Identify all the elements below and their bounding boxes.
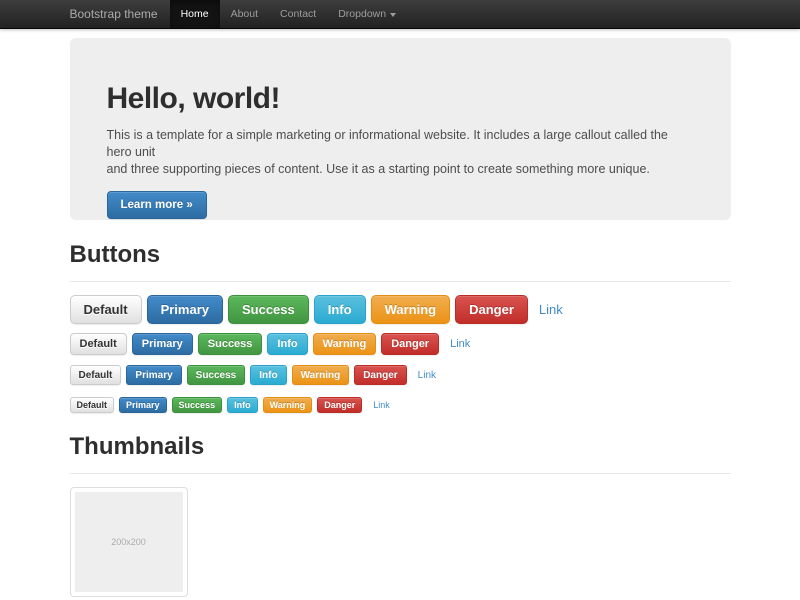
- learn-more-button[interactable]: Learn more »: [107, 191, 207, 219]
- thumbnail-item[interactable]: 200x200: [70, 487, 188, 597]
- danger-button-large[interactable]: Danger: [455, 295, 528, 324]
- info-button-xs[interactable]: Info: [227, 397, 258, 413]
- button-row-default: Default Primary Success Info Warning Dan…: [70, 333, 731, 355]
- link-button-xs[interactable]: Link: [373, 400, 390, 410]
- primary-button-xs[interactable]: Primary: [119, 397, 167, 413]
- navbar: Bootstrap theme Home About Contact Dropd…: [0, 0, 800, 29]
- danger-button-small[interactable]: Danger: [354, 365, 406, 385]
- navbar-brand[interactable]: Bootstrap theme: [70, 0, 170, 28]
- section-divider: [70, 473, 731, 474]
- default-button-small[interactable]: Default: [70, 365, 122, 385]
- info-button-large[interactable]: Info: [314, 295, 366, 324]
- button-row-large: Default Primary Success Info Warning Dan…: [70, 295, 731, 324]
- success-button[interactable]: Success: [198, 333, 263, 355]
- nav-item-home-label: Home: [181, 0, 209, 29]
- hero-description-line2: and three supporting pieces of content. …: [107, 161, 694, 178]
- section-divider: [70, 281, 731, 282]
- default-button-xs[interactable]: Default: [70, 397, 115, 413]
- success-button-xs[interactable]: Success: [172, 397, 223, 413]
- success-button-large[interactable]: Success: [228, 295, 309, 324]
- nav-item-dropdown[interactable]: Dropdown: [327, 0, 407, 28]
- thumbnail-placeholder-label: 200x200: [111, 537, 146, 547]
- nav-item-about-label: About: [231, 0, 258, 29]
- danger-button-xs[interactable]: Danger: [317, 397, 362, 413]
- hero-title: Hello, world!: [107, 82, 694, 116]
- warning-button[interactable]: Warning: [313, 333, 377, 355]
- warning-button-large[interactable]: Warning: [371, 295, 451, 324]
- primary-button-small[interactable]: Primary: [126, 365, 181, 385]
- hero-unit: Hello, world! This is a template for a s…: [70, 38, 731, 220]
- primary-button-large[interactable]: Primary: [147, 295, 223, 324]
- link-button-small[interactable]: Link: [418, 370, 436, 381]
- nav-item-contact[interactable]: Contact: [269, 0, 327, 28]
- thumbnail-placeholder-image: 200x200: [75, 492, 183, 592]
- info-button[interactable]: Info: [267, 333, 307, 355]
- button-row-small: Default Primary Success Info Warning Dan…: [70, 365, 731, 385]
- hero-description: This is a template for a simple marketin…: [107, 127, 694, 178]
- thumbnails-section-title: Thumbnails: [70, 433, 731, 461]
- buttons-section-title: Buttons: [70, 241, 731, 269]
- success-button-small[interactable]: Success: [187, 365, 246, 385]
- nav-item-home[interactable]: Home: [170, 0, 220, 28]
- info-button-small[interactable]: Info: [250, 365, 286, 385]
- navbar-menu: Home About Contact Dropdown: [170, 0, 408, 28]
- primary-button[interactable]: Primary: [132, 333, 193, 355]
- default-button[interactable]: Default: [70, 333, 127, 355]
- nav-item-contact-label: Contact: [280, 0, 316, 29]
- hero-description-line1: This is a template for a simple marketin…: [107, 127, 694, 161]
- link-button-large[interactable]: Link: [539, 302, 563, 317]
- warning-button-xs[interactable]: Warning: [263, 397, 313, 413]
- warning-button-small[interactable]: Warning: [292, 365, 350, 385]
- nav-item-about[interactable]: About: [220, 0, 269, 28]
- default-button-large[interactable]: Default: [70, 295, 142, 324]
- button-row-extra-small: Default Primary Success Info Warning Dan…: [70, 397, 731, 413]
- caret-down-icon: [390, 13, 396, 17]
- link-button[interactable]: Link: [450, 338, 470, 350]
- danger-button[interactable]: Danger: [381, 333, 439, 355]
- nav-item-dropdown-label: Dropdown: [338, 0, 386, 29]
